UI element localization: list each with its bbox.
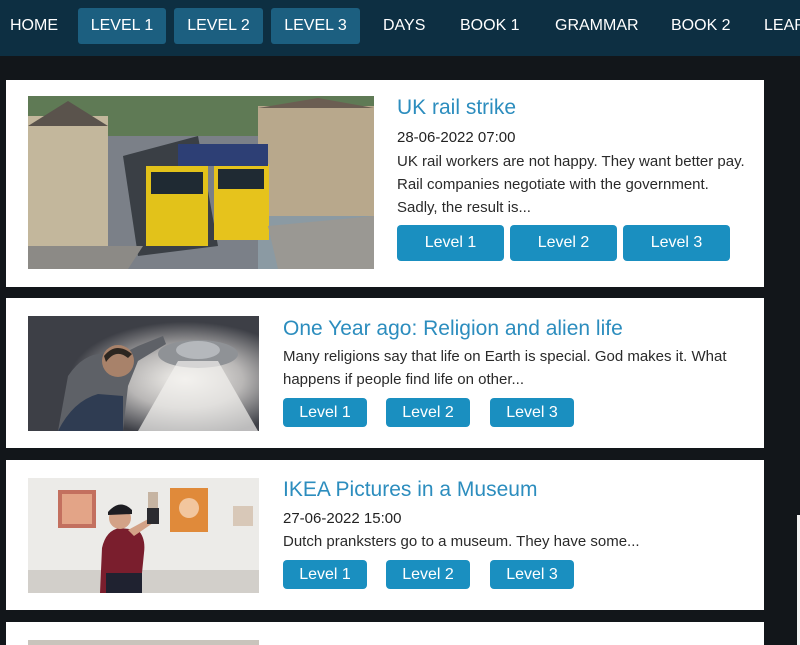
article-summary: UK rail workers are not happy. They want… (397, 153, 745, 216)
top-navigation: HOME LEVEL 1 LEVEL 2 LEVEL 3 DAYS BOOK 1… (0, 0, 800, 56)
level-3-button[interactable]: Level 3 (623, 225, 730, 261)
level-2-button[interactable]: Level 2 (510, 225, 617, 261)
level-1-button[interactable]: Level 1 (397, 225, 504, 261)
nav-level-1[interactable]: LEVEL 1 (78, 8, 166, 44)
level-2-button[interactable]: Level 2 (386, 398, 470, 427)
article-date: 27-06-2022 15:00 (283, 510, 402, 527)
level-1-button[interactable]: Level 1 (283, 560, 367, 589)
article-title[interactable]: UK rail strike (397, 96, 516, 120)
level-3-button[interactable]: Level 3 (490, 560, 574, 589)
nav-grammar[interactable]: GRAMMAR (555, 8, 639, 44)
nav-days[interactable]: DAYS (383, 8, 425, 44)
level-1-button[interactable]: Level 1 (283, 398, 367, 427)
train-station-image[interactable] (28, 96, 374, 269)
nav-book-1[interactable]: BOOK 1 (460, 8, 520, 44)
article-summary: Dutch pranksters go to a museum. They ha… (283, 533, 640, 550)
nav-book-2[interactable]: BOOK 2 (671, 8, 731, 44)
nav-home[interactable]: HOME (10, 8, 58, 44)
article-summary: Many religions say that life on Earth is… (283, 348, 727, 388)
nav-level-2[interactable]: LEVEL 2 (174, 8, 263, 44)
article-card: UK rail strike 28-06-2022 07:00 UK rail … (6, 80, 764, 287)
museum-woman-image[interactable] (28, 478, 259, 593)
level-3-button[interactable]: Level 3 (490, 398, 574, 427)
article-title[interactable]: IKEA Pictures in a Museum (283, 478, 537, 502)
article-image-partial[interactable] (28, 640, 259, 645)
article-card: IKEA Pictures in a Museum 27-06-2022 15:… (6, 460, 764, 610)
article-card-partial (6, 622, 764, 645)
ufo-man-image[interactable] (28, 316, 259, 431)
level-2-button[interactable]: Level 2 (386, 560, 470, 589)
article-card: One Year ago: Religion and alien life Ma… (6, 298, 764, 448)
article-date: 28-06-2022 07:00 (397, 129, 516, 146)
nav-learn[interactable]: LEAR (764, 8, 800, 44)
article-title[interactable]: One Year ago: Religion and alien life (283, 317, 623, 341)
nav-level-3[interactable]: LEVEL 3 (271, 8, 360, 44)
